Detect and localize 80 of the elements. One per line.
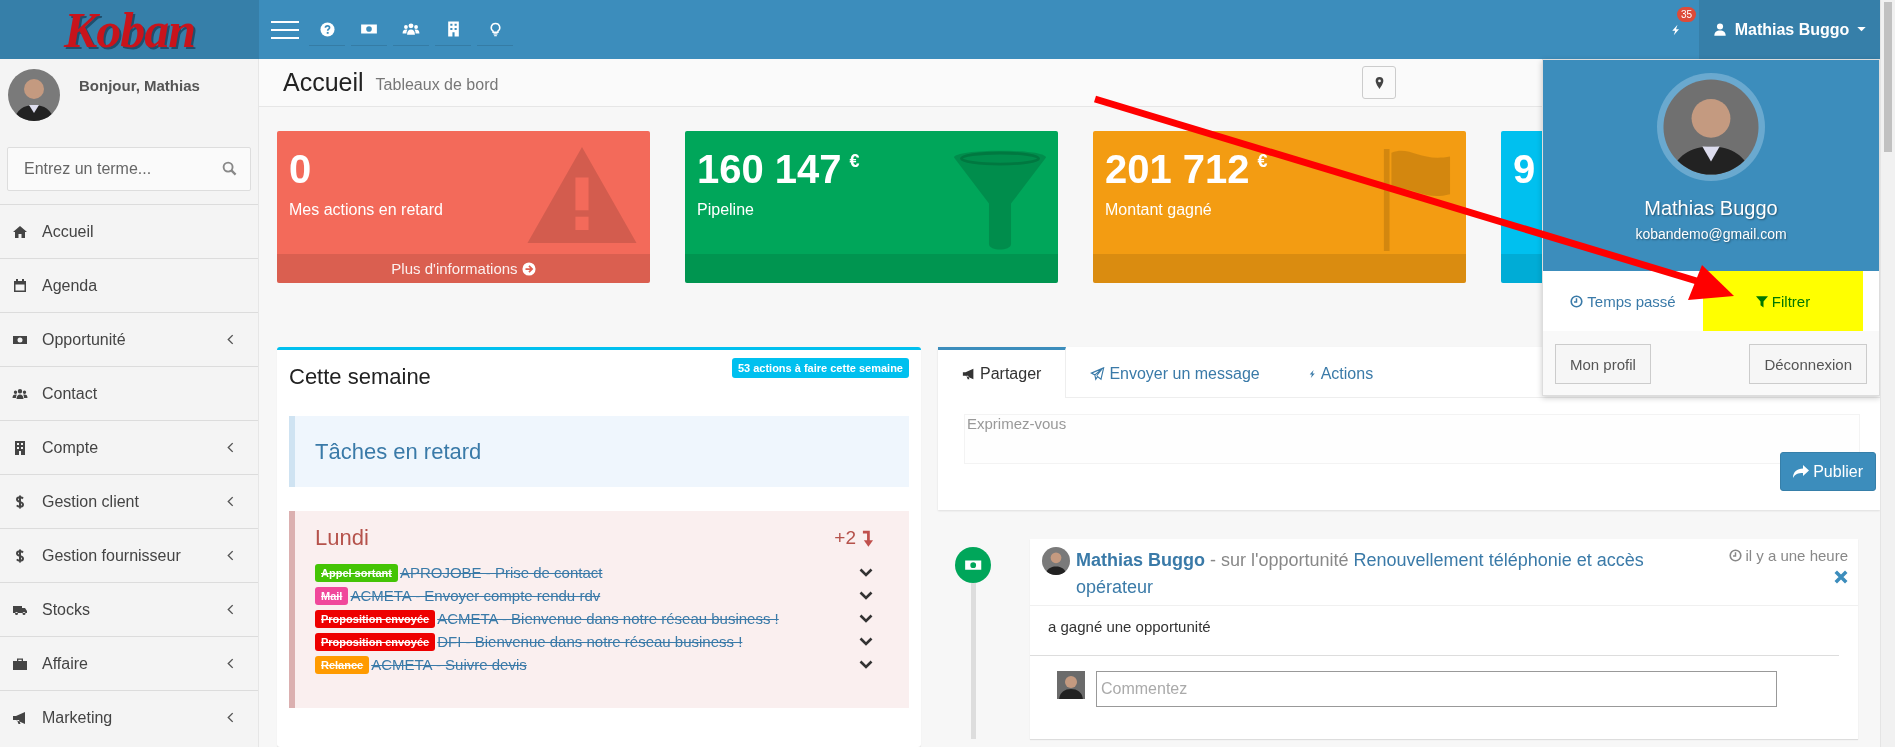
greeting: Bonjour, Mathias bbox=[79, 77, 200, 94]
chevron-down-icon[interactable] bbox=[859, 568, 873, 577]
sidebar-item[interactable]: Agenda bbox=[0, 258, 258, 312]
task-tag: Proposition envoyée bbox=[315, 632, 436, 651]
sidebar-item[interactable]: Gestion client bbox=[0, 474, 258, 528]
more-info-link[interactable]: Plus d'informations bbox=[277, 254, 650, 283]
tab[interactable]: Envoyer un message bbox=[1066, 347, 1284, 398]
calendar-icon bbox=[12, 277, 28, 294]
warning-icon bbox=[526, 147, 638, 243]
task-link[interactable]: APROJOBE - Prise de contact bbox=[399, 564, 859, 581]
task-tag: Appel sortant bbox=[315, 563, 398, 582]
sidebar-item[interactable]: Contact bbox=[0, 366, 258, 420]
paper-plane-icon[interactable] bbox=[1090, 367, 1106, 381]
task-link[interactable]: DFI - Bienvenue dans notre réseau business ! bbox=[437, 633, 859, 650]
home-icon bbox=[12, 223, 28, 240]
megaphone-icon[interactable] bbox=[962, 367, 976, 381]
map-pin-icon[interactable] bbox=[1374, 76, 1384, 89]
tab[interactable]: Actions bbox=[1283, 347, 1398, 398]
tab[interactable]: Partager bbox=[938, 347, 1067, 398]
chevron-down-icon[interactable] bbox=[859, 637, 873, 646]
notification-badge: 35 bbox=[1677, 7, 1697, 22]
sidebar-item[interactable]: Opportunité bbox=[0, 312, 258, 366]
chevron-down-icon[interactable] bbox=[859, 660, 873, 669]
clock-icon[interactable] bbox=[1570, 294, 1584, 308]
stat-value: 9 bbox=[1512, 146, 1537, 191]
sidebar-item[interactable]: Compte bbox=[0, 420, 258, 474]
menu-icon[interactable] bbox=[271, 18, 299, 41]
stat-value: 201 712 $^{€}$ bbox=[1104, 146, 1269, 191]
arrow-circle-icon[interactable] bbox=[521, 261, 536, 276]
profile-button[interactable]: Mon profil bbox=[1555, 344, 1651, 384]
task-tag: Relance bbox=[315, 655, 370, 674]
close-icon[interactable] bbox=[1834, 570, 1848, 584]
sidebar-item[interactable]: Stocks bbox=[0, 582, 258, 636]
day-name: Lundi bbox=[315, 525, 370, 551]
menu-link[interactable]: Filtrer bbox=[1703, 271, 1863, 331]
feed-text: a gagné une opportunité bbox=[1030, 606, 1839, 656]
task-tag: Proposition envoyée bbox=[315, 609, 436, 628]
stat-value: 0 bbox=[288, 146, 313, 191]
user-icon[interactable] bbox=[1712, 22, 1727, 37]
filter-icon[interactable] bbox=[1755, 294, 1768, 308]
overdue-title: Tâches en retard bbox=[315, 438, 482, 465]
panel-title: Cette semaine bbox=[289, 364, 431, 390]
task-link[interactable]: ACMETA - Suivre devis bbox=[371, 656, 859, 673]
megaphone-icon bbox=[12, 709, 28, 726]
scrollbar[interactable] bbox=[1880, 0, 1895, 747]
logout-button[interactable]: Déconnexion bbox=[1749, 344, 1867, 384]
stat-label: Pipeline bbox=[696, 200, 755, 219]
sidebar-item[interactable]: Marketing bbox=[0, 690, 258, 744]
search-icon[interactable] bbox=[222, 161, 237, 176]
user-email: kobandemo@gmail.com bbox=[1635, 226, 1787, 242]
feed-headline: Mathias Buggo - sur l'opportunité Renouvellement téléphonie et accès opérateur bbox=[1076, 549, 1645, 599]
chevron-down-icon[interactable] bbox=[859, 591, 873, 600]
banknote-icon bbox=[955, 547, 991, 583]
page-subtitle: Tableaux de bord bbox=[375, 75, 499, 94]
task-link[interactable]: ACMETA - Bienvenue dans notre réseau business ! bbox=[437, 610, 859, 627]
actions-badge: 53 actions à faire cette semaine bbox=[731, 358, 909, 378]
menu-link[interactable]: Temps passé bbox=[1543, 271, 1703, 331]
more-count[interactable]: +2 bbox=[834, 527, 856, 549]
comment-field[interactable]: Commentez bbox=[1096, 671, 1777, 707]
stat-value: 160 147 $^{€}$ bbox=[696, 146, 861, 191]
timestamp: il y a une heure bbox=[1745, 547, 1848, 564]
user-menu-button[interactable]: Mathias Buggo bbox=[1699, 0, 1880, 59]
sidebar-item[interactable]: Gestion fournisseur bbox=[0, 528, 258, 582]
share-arrow-icon[interactable] bbox=[1793, 464, 1810, 479]
post-field[interactable]: Exprimez-vous bbox=[964, 414, 1860, 464]
caret-icon[interactable] bbox=[1857, 27, 1867, 32]
page-title: Accueil bbox=[283, 68, 364, 97]
building-icon bbox=[12, 439, 28, 456]
turn-down-icon[interactable] bbox=[862, 529, 873, 547]
chevron-down-icon[interactable] bbox=[859, 614, 873, 623]
sidebar-item[interactable]: Accueil bbox=[0, 204, 258, 258]
sidebar-item[interactable]: Affaire bbox=[0, 636, 258, 690]
clock-icon bbox=[1729, 549, 1743, 562]
task-link[interactable]: ACMETA - Envoyer compte rendu rdv bbox=[350, 587, 859, 604]
user-name: Mathias Buggo bbox=[1644, 197, 1778, 220]
stat-label: Mes actions en retard bbox=[288, 200, 444, 219]
task-tag: Mail bbox=[315, 586, 349, 605]
search-field[interactable]: Entrez un terme... bbox=[7, 147, 251, 191]
location-button[interactable] bbox=[1362, 66, 1396, 99]
stat-label: Montant gagné bbox=[1104, 200, 1213, 219]
